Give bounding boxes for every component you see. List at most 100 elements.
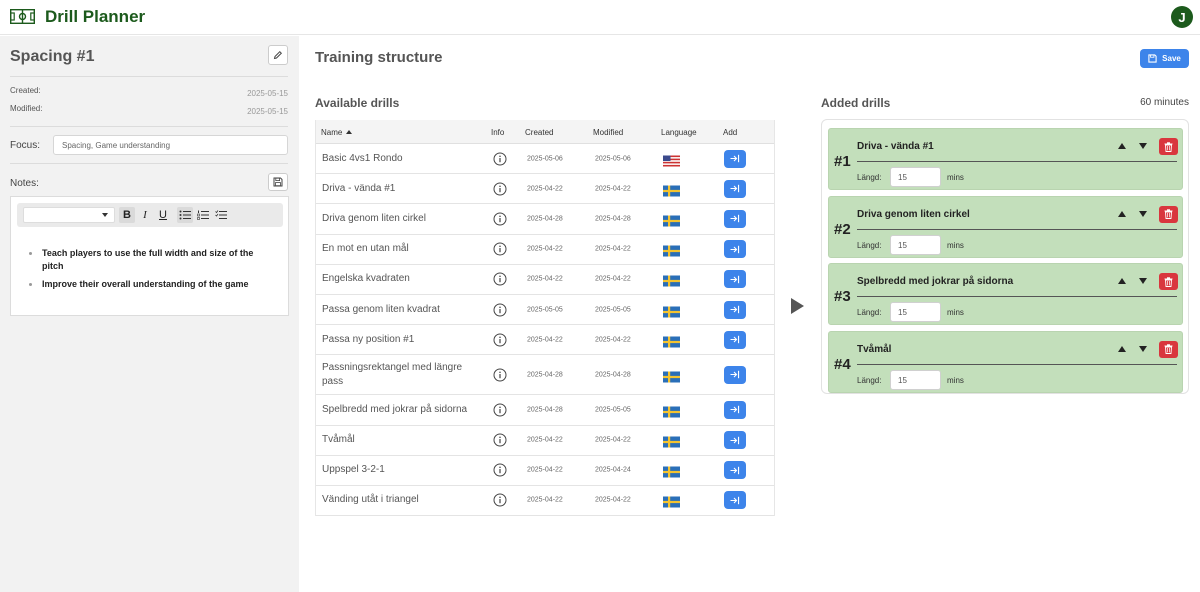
- checklist-button[interactable]: [213, 207, 229, 223]
- save-notes-button[interactable]: [268, 173, 288, 191]
- bullet-list-button[interactable]: [177, 207, 193, 223]
- text-format-select[interactable]: [23, 207, 115, 223]
- notes-label: Notes:: [10, 178, 39, 189]
- notes-editor[interactable]: B I U Teach players to use the full widt…: [10, 196, 289, 316]
- info-icon[interactable]: [493, 403, 507, 417]
- add-drill-button[interactable]: [724, 491, 746, 510]
- drill-created-date: 2025-04-28: [527, 371, 563, 379]
- add-drill-button[interactable]: [724, 461, 746, 480]
- swedish-flag-icon: [663, 213, 680, 227]
- divider: [857, 228, 1177, 230]
- add-drill-button[interactable]: [724, 149, 746, 168]
- add-arrow-icon: [730, 275, 740, 284]
- add-drill-button[interactable]: [724, 270, 746, 289]
- delete-drill-button[interactable]: [1159, 205, 1178, 223]
- add-drill-button[interactable]: [724, 179, 746, 198]
- column-header-modified[interactable]: Modified: [593, 128, 623, 137]
- divider: [857, 161, 1177, 162]
- added-drill-name: Driva genom liten cirkel: [857, 208, 970, 220]
- column-header-name[interactable]: Name: [321, 128, 353, 137]
- add-drill-button[interactable]: [724, 400, 746, 419]
- editor-toolbar: B I U: [17, 203, 283, 227]
- add-drill-button[interactable]: [724, 330, 746, 349]
- move-up-icon[interactable]: [1118, 210, 1126, 217]
- swedish-flag-icon: [663, 334, 680, 348]
- info-icon[interactable]: [493, 493, 507, 507]
- info-icon[interactable]: [493, 272, 507, 286]
- move-up-icon[interactable]: [1118, 345, 1126, 352]
- swedish-flag-icon: [663, 304, 680, 318]
- move-down-icon[interactable]: [1139, 210, 1147, 217]
- drill-name: Driva - vända #1: [322, 182, 396, 194]
- add-drill-button[interactable]: [724, 431, 746, 450]
- length-input[interactable]: 15: [890, 167, 941, 187]
- move-down-icon[interactable]: [1139, 143, 1147, 149]
- user-avatar[interactable]: J: [1171, 6, 1193, 28]
- add-arrow-icon: [730, 496, 740, 505]
- swedish-flag-icon: [663, 495, 680, 508]
- edit-title-button[interactable]: [268, 45, 288, 65]
- column-header-language[interactable]: Language: [661, 128, 697, 137]
- focus-input[interactable]: [53, 135, 288, 155]
- length-input[interactable]: 15: [890, 369, 941, 390]
- page-title: Training structure: [315, 49, 443, 66]
- drill-created-date: 2025-05-06: [527, 155, 563, 163]
- move-up-icon[interactable]: [1118, 143, 1126, 149]
- info-icon[interactable]: [493, 333, 507, 347]
- bold-button[interactable]: B: [119, 207, 135, 223]
- swedish-flag-icon: [663, 404, 680, 418]
- length-input[interactable]: 15: [890, 302, 941, 322]
- floppy-disk-icon: [1148, 54, 1157, 63]
- drill-modified-date: 2025-04-22: [595, 245, 631, 253]
- delete-drill-button[interactable]: [1159, 273, 1178, 290]
- length-input[interactable]: 15: [890, 234, 941, 255]
- move-up-icon[interactable]: [1118, 278, 1126, 284]
- pencil-icon: [273, 50, 283, 60]
- drill-order-number: #1: [834, 153, 851, 170]
- info-icon[interactable]: [493, 242, 507, 256]
- table-row: Uppspel 3-2-1 2025-04-22 2025-04-24: [316, 456, 774, 486]
- underline-button[interactable]: U: [155, 207, 171, 223]
- add-drill-button[interactable]: [724, 209, 746, 228]
- drill-created-date: 2025-04-22: [527, 436, 563, 444]
- delete-drill-button[interactable]: [1159, 340, 1178, 358]
- drill-name: Uppspel 3-2-1: [322, 464, 385, 476]
- table-header: Name Info Created Modified Language Add: [316, 120, 774, 144]
- added-drill-name: Spelbredd med jokrar på sidorna: [857, 276, 1014, 287]
- delete-drill-button[interactable]: [1159, 138, 1178, 155]
- added-drill-name: Driva - vända #1: [857, 141, 934, 152]
- modified-value: 2025-05-15: [247, 107, 288, 116]
- add-drill-button[interactable]: [724, 365, 746, 384]
- italic-button[interactable]: I: [137, 207, 153, 223]
- save-button[interactable]: Save: [1140, 49, 1189, 68]
- info-icon[interactable]: [493, 463, 507, 477]
- available-drills-table: Name Info Created Modified Language Add …: [315, 120, 775, 517]
- table-row: Passa ny position #1 2025-04-22 2025-04-22: [316, 325, 774, 356]
- table-body: Basic 4vs1 Rondo 2025-05-06 2025-05-06 Driv…: [316, 144, 774, 517]
- info-icon[interactable]: [493, 212, 507, 226]
- add-arrow-icon: [730, 154, 740, 163]
- info-icon[interactable]: [493, 182, 507, 196]
- column-header-created[interactable]: Created: [525, 128, 553, 137]
- drill-created-date: 2025-04-22: [527, 336, 563, 344]
- drill-order-number: #2: [834, 220, 851, 238]
- add-drill-button[interactable]: [724, 300, 746, 319]
- trash-icon: [1164, 276, 1173, 287]
- add-drill-button[interactable]: [724, 240, 746, 259]
- add-arrow-icon: [730, 184, 740, 193]
- divider: [10, 163, 288, 164]
- floppy-disk-icon: [273, 177, 283, 187]
- info-icon[interactable]: [493, 368, 507, 382]
- info-icon[interactable]: [493, 433, 507, 447]
- info-icon[interactable]: [493, 152, 507, 166]
- info-icon[interactable]: [493, 303, 507, 317]
- move-down-icon[interactable]: [1139, 345, 1147, 352]
- move-down-icon[interactable]: [1139, 278, 1147, 284]
- checklist-icon: [215, 210, 227, 219]
- column-header-add: Add: [723, 128, 738, 137]
- numbered-list-button[interactable]: [195, 207, 211, 223]
- drill-created-date: 2025-04-28: [527, 406, 563, 414]
- notes-list-item: Teach players to use the full width and …: [29, 247, 269, 273]
- available-drills-title: Available drills: [315, 96, 400, 110]
- add-arrow-icon: [730, 335, 740, 344]
